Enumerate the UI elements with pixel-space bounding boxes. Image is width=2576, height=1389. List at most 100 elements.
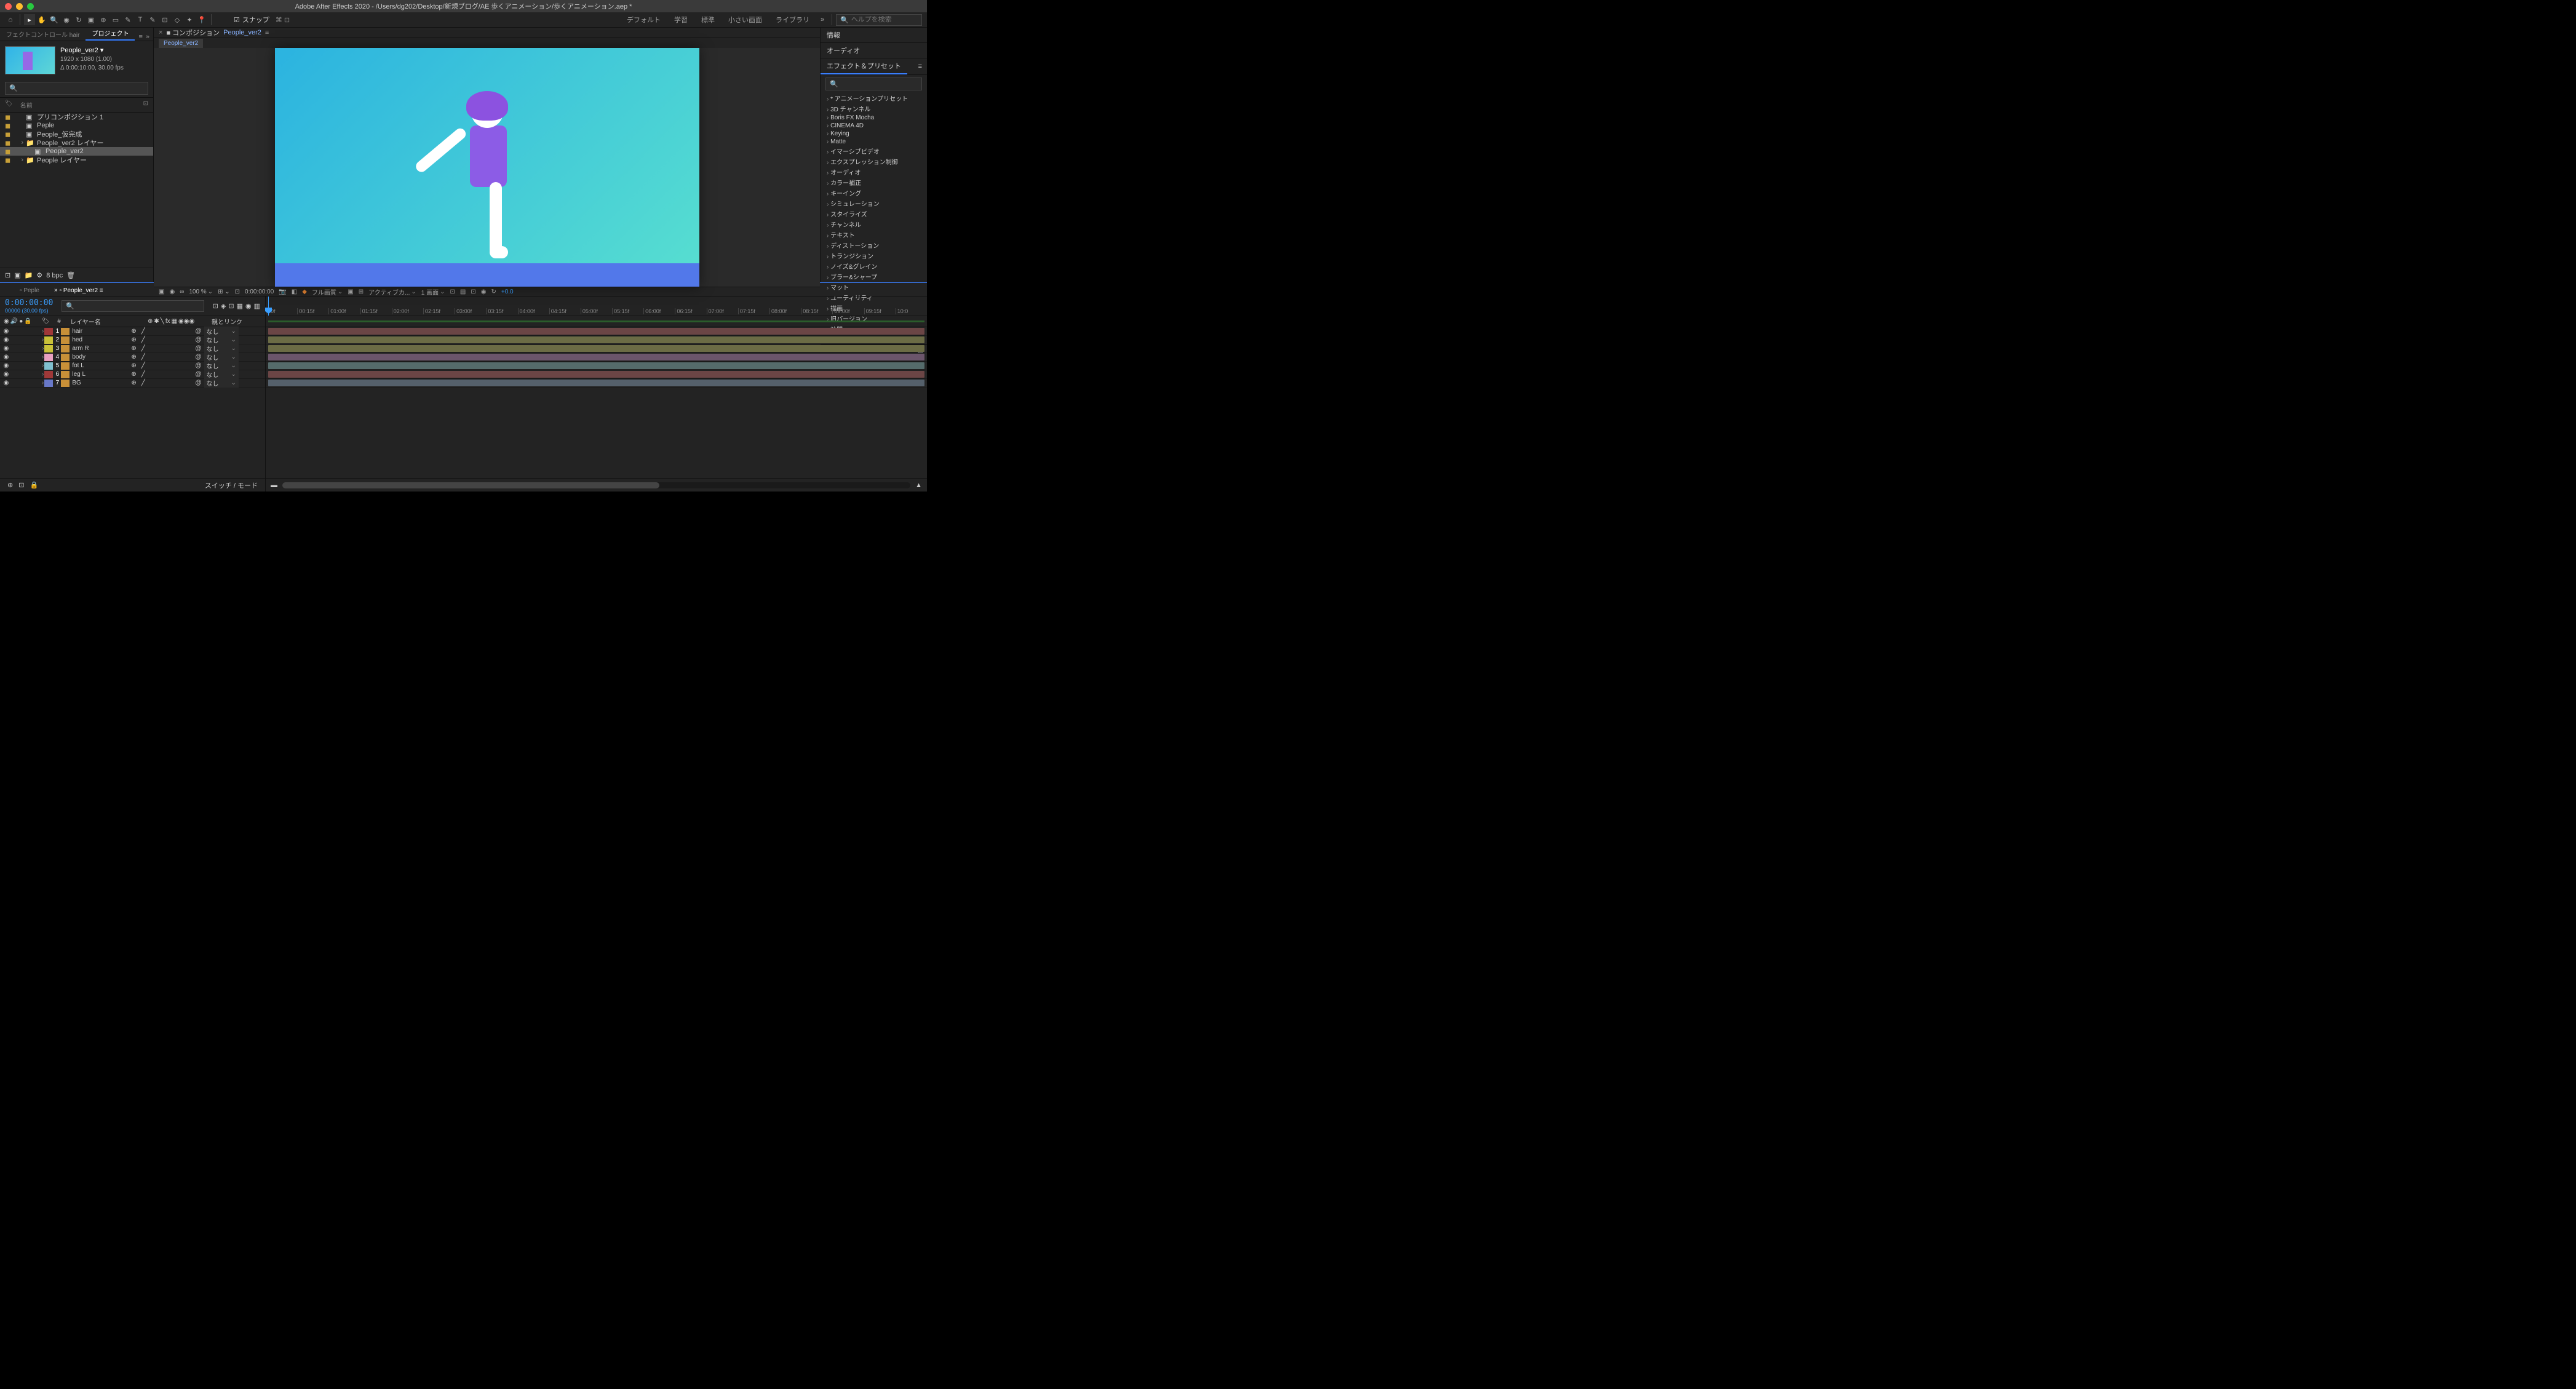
workspace-overflow-icon[interactable]: » [817, 14, 828, 25]
effect-category[interactable]: スタイライズ [821, 209, 927, 219]
type-column-icon[interactable]: ⊡ [143, 100, 148, 109]
bpc-label[interactable]: 8 bpc [46, 272, 63, 279]
audio-column-icon[interactable]: 🔊 [10, 318, 18, 325]
layer-track[interactable] [266, 344, 927, 353]
layer-track[interactable] [266, 353, 927, 362]
effect-category[interactable]: ブラー&シャープ [821, 271, 927, 282]
project-item[interactable]: ◼›📁People レイヤー [0, 156, 153, 164]
comp-tab[interactable]: People_ver2 [159, 39, 203, 48]
frame-blend-icon[interactable]: ▦ [237, 302, 243, 310]
layer-track[interactable] [266, 336, 927, 344]
quality-switch-icon[interactable]: fx [165, 318, 170, 325]
solo-column-icon[interactable]: ● [19, 318, 23, 325]
lock-column-icon[interactable]: 🔒 [24, 318, 31, 325]
layer-row[interactable]: ◉›3arm R⊕╱@なし⌄ [0, 344, 265, 353]
label-color[interactable] [44, 328, 53, 335]
pickwhip-icon[interactable]: @ [195, 336, 201, 343]
layer-bar[interactable] [268, 336, 924, 343]
switch-mode-toggle[interactable]: スイッチ / モード [205, 480, 258, 490]
visibility-toggle[interactable]: ◉ [2, 371, 10, 378]
new-folder-icon[interactable]: 📁 [25, 271, 33, 279]
clone-tool[interactable]: ⊡ [159, 14, 170, 25]
shy-switch-icon[interactable]: ⊕ [148, 318, 153, 325]
toggle-switches-icon[interactable]: ⊕ [7, 482, 13, 489]
help-search-input[interactable] [851, 16, 918, 23]
toggle-lock-icon[interactable]: 🔒 [30, 482, 39, 489]
workspace-learn[interactable]: 学習 [668, 15, 694, 25]
selection-tool[interactable]: ▸ [24, 14, 35, 25]
effect-category[interactable]: ディストーション [821, 240, 927, 250]
index-column[interactable]: # [50, 318, 68, 325]
pen-tool[interactable]: ✎ [122, 14, 133, 25]
layer-row[interactable]: ◉›2hed⊕╱@なし⌄ [0, 336, 265, 344]
effect-category[interactable]: イマーシブビデオ [821, 146, 927, 156]
visibility-toggle[interactable]: ◉ [2, 345, 10, 352]
effect-category[interactable]: * アニメーションプリセット [821, 93, 927, 103]
info-panel-header[interactable]: 情報 [821, 28, 927, 42]
layer-row[interactable]: ◉›7BG⊕╱@なし⌄ [0, 379, 265, 388]
effect-category[interactable]: キーイング [821, 188, 927, 198]
layer-row[interactable]: ◉›4body⊕╱@なし⌄ [0, 353, 265, 362]
effect-category[interactable]: Boris FX Mocha [821, 114, 927, 122]
interpret-icon[interactable]: ⊡ [5, 271, 10, 279]
effect-category[interactable]: 3D チャンネル [821, 103, 927, 114]
parent-dropdown[interactable]: なし⌄ [204, 327, 239, 336]
layer-bar[interactable] [268, 371, 924, 378]
comp-mini-icon[interactable]: ⊡ [213, 302, 218, 310]
effect-category[interactable]: テキスト [821, 229, 927, 240]
visibility-toggle[interactable]: ◉ [2, 336, 10, 344]
shy-icon[interactable]: ⊡ [228, 302, 234, 310]
effect-category[interactable]: CINEMA 4D [821, 122, 927, 130]
pickwhip-icon[interactable]: @ [195, 345, 201, 352]
motion-blur-icon[interactable]: ◉ [245, 302, 252, 310]
3d-switch-icon[interactable]: ◉◉◉ [178, 318, 194, 325]
workspace-standard[interactable]: 標準 [695, 15, 721, 25]
composition-viewer[interactable] [154, 48, 820, 287]
roto-tool[interactable]: ✦ [184, 14, 195, 25]
effect-category[interactable]: シミュレーション [821, 198, 927, 209]
layer-track[interactable] [266, 370, 927, 379]
label-icon[interactable]: 🏷 [5, 100, 13, 109]
layer-bar[interactable] [268, 345, 924, 352]
label-column-icon[interactable]: 🏷 [42, 318, 50, 325]
effect-category[interactable]: Matte [821, 138, 927, 146]
text-tool[interactable]: T [135, 14, 146, 25]
anchor-tool[interactable]: ⊕ [98, 14, 109, 25]
layer-track[interactable] [266, 327, 927, 336]
visibility-toggle[interactable]: ◉ [2, 380, 10, 387]
fx-switch-icon[interactable]: ✱ [154, 318, 159, 325]
project-item[interactable]: ◼▣People_ver2 [0, 147, 153, 156]
parent-dropdown[interactable]: なし⌄ [204, 361, 239, 370]
project-item[interactable]: ◼▣People_仮完成 [0, 130, 153, 138]
label-color[interactable] [44, 380, 53, 387]
name-column[interactable]: 名前 [20, 100, 33, 109]
project-item[interactable]: ◼▣プリコンポジション 1 [0, 113, 153, 121]
parent-dropdown[interactable]: なし⌄ [204, 352, 239, 362]
zoom-out-icon[interactable]: ▬ [271, 482, 277, 489]
layer-name[interactable]: fot L [72, 362, 131, 369]
project-item[interactable]: ◼›📁People_ver2 レイヤー [0, 138, 153, 147]
layer-row[interactable]: ◉›1hair⊕╱@なし⌄ [0, 327, 265, 336]
new-comp-icon[interactable]: ▣ [14, 271, 20, 279]
rotate-tool[interactable]: ↻ [73, 14, 84, 25]
layer-name[interactable]: leg L [72, 371, 131, 378]
window-maximize[interactable] [27, 3, 34, 10]
workspace-default[interactable]: デフォルト [621, 15, 667, 25]
timeline-tracks[interactable] [266, 316, 927, 478]
pickwhip-icon[interactable]: @ [195, 371, 201, 378]
tab-effect-controls[interactable]: フェクトコントロール hair [0, 28, 85, 41]
parent-dropdown[interactable]: なし⌄ [204, 344, 239, 353]
timeline-time[interactable]: 0:00:00:00 [5, 298, 53, 308]
hand-tool[interactable]: ✋ [36, 14, 47, 25]
visibility-toggle[interactable]: ◉ [2, 328, 10, 335]
layer-name[interactable]: hed [72, 336, 131, 343]
graph-editor-icon[interactable]: ▥ [254, 302, 260, 310]
home-icon[interactable]: ⌂ [5, 14, 16, 25]
layer-bar[interactable] [268, 354, 924, 360]
brush-tool[interactable]: ✎ [147, 14, 158, 25]
pickwhip-icon[interactable]: @ [195, 362, 201, 369]
audio-panel-header[interactable]: オーディオ [821, 43, 927, 58]
layer-bar[interactable] [268, 380, 924, 386]
pickwhip-icon[interactable]: @ [195, 354, 201, 360]
layer-name[interactable]: BG [72, 380, 131, 386]
